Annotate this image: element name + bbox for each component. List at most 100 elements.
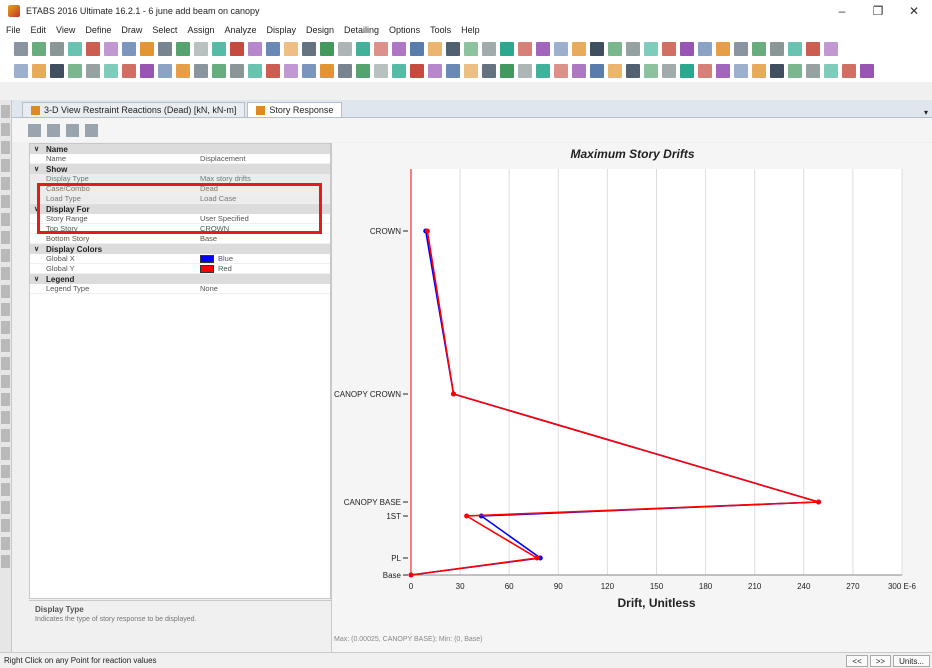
- property-group[interactable]: ∨ Name: [30, 144, 330, 154]
- property-value[interactable]: Displacement: [200, 154, 245, 163]
- draw-tool-icon[interactable]: [644, 64, 658, 78]
- draw-tool-icon[interactable]: [158, 64, 172, 78]
- main-tool-icon[interactable]: [32, 42, 46, 56]
- draw-tool-icon[interactable]: [590, 64, 604, 78]
- draw-tool-icon[interactable]: [68, 64, 82, 78]
- side-tool-icon[interactable]: [1, 519, 10, 532]
- main-tool-icon[interactable]: [320, 42, 334, 56]
- menu-help[interactable]: Help: [461, 25, 480, 35]
- draw-tool-icon[interactable]: [140, 64, 154, 78]
- collapse-chevron-icon[interactable]: ∨: [34, 275, 42, 283]
- property-row[interactable]: Name Displacement: [30, 154, 330, 164]
- menu-tools[interactable]: Tools: [430, 25, 451, 35]
- property-value[interactable]: Red: [200, 264, 232, 273]
- main-tool-icon[interactable]: [410, 42, 424, 56]
- prev-button[interactable]: <<: [846, 654, 868, 667]
- draw-tool-icon[interactable]: [14, 64, 28, 78]
- draw-tool-icon[interactable]: [446, 64, 460, 78]
- side-tool-icon[interactable]: [1, 339, 10, 352]
- draw-tool-icon[interactable]: [806, 64, 820, 78]
- draw-tool-icon[interactable]: [698, 64, 712, 78]
- table-icon[interactable]: [66, 123, 79, 137]
- main-tool-icon[interactable]: [482, 42, 496, 56]
- collapse-chevron-icon[interactable]: ∨: [34, 165, 42, 173]
- draw-tool-icon[interactable]: [554, 64, 568, 78]
- main-tool-icon[interactable]: [176, 42, 190, 56]
- side-tool-icon[interactable]: [1, 249, 10, 262]
- draw-tool-icon[interactable]: [824, 64, 838, 78]
- menu-design[interactable]: Design: [306, 25, 334, 35]
- draw-tool-icon[interactable]: [410, 64, 424, 78]
- side-tool-icon[interactable]: [1, 177, 10, 190]
- draw-tool-icon[interactable]: [230, 64, 244, 78]
- side-tool-icon[interactable]: [1, 447, 10, 460]
- save-icon[interactable]: [28, 123, 41, 137]
- main-tool-icon[interactable]: [662, 42, 676, 56]
- property-group[interactable]: ∨ Display Colors: [30, 244, 330, 254]
- main-tool-icon[interactable]: [14, 42, 28, 56]
- draw-tool-icon[interactable]: [536, 64, 550, 78]
- main-tool-icon[interactable]: [266, 42, 280, 56]
- export-icon[interactable]: [47, 123, 60, 137]
- main-tool-icon[interactable]: [752, 42, 766, 56]
- draw-tool-icon[interactable]: [626, 64, 640, 78]
- main-tool-icon[interactable]: [716, 42, 730, 56]
- main-tool-icon[interactable]: [338, 42, 352, 56]
- draw-tool-icon[interactable]: [860, 64, 874, 78]
- side-tool-icon[interactable]: [1, 501, 10, 514]
- side-tool-icon[interactable]: [1, 393, 10, 406]
- draw-tool-icon[interactable]: [392, 64, 406, 78]
- main-tool-icon[interactable]: [698, 42, 712, 56]
- units-button[interactable]: Units...: [893, 654, 930, 667]
- side-tool-icon[interactable]: [1, 105, 10, 118]
- side-tool-icon[interactable]: [1, 429, 10, 442]
- property-row[interactable]: Global Y Red: [30, 264, 330, 274]
- property-value[interactable]: Base: [200, 234, 217, 243]
- draw-tool-icon[interactable]: [284, 64, 298, 78]
- main-tool-icon[interactable]: [590, 42, 604, 56]
- main-tool-icon[interactable]: [158, 42, 172, 56]
- main-tool-icon[interactable]: [122, 42, 136, 56]
- main-tool-icon[interactable]: [500, 42, 514, 56]
- property-value[interactable]: Max story drifts: [200, 174, 251, 183]
- main-tool-icon[interactable]: [680, 42, 694, 56]
- menu-define[interactable]: Define: [85, 25, 111, 35]
- main-tool-icon[interactable]: [194, 42, 208, 56]
- draw-tool-icon[interactable]: [212, 64, 226, 78]
- draw-tool-icon[interactable]: [194, 64, 208, 78]
- main-tool-icon[interactable]: [68, 42, 82, 56]
- main-tool-icon[interactable]: [284, 42, 298, 56]
- menu-file[interactable]: File: [6, 25, 21, 35]
- side-tool-icon[interactable]: [1, 159, 10, 172]
- draw-tool-icon[interactable]: [662, 64, 676, 78]
- main-tool-icon[interactable]: [446, 42, 460, 56]
- main-tool-icon[interactable]: [140, 42, 154, 56]
- side-tool-icon[interactable]: [1, 303, 10, 316]
- draw-tool-icon[interactable]: [518, 64, 532, 78]
- draw-tool-icon[interactable]: [356, 64, 370, 78]
- menu-draw[interactable]: Draw: [121, 25, 142, 35]
- side-tool-icon[interactable]: [1, 213, 10, 226]
- color-swatch[interactable]: [200, 254, 214, 263]
- property-row[interactable]: Legend Type None: [30, 284, 330, 294]
- main-tool-icon[interactable]: [392, 42, 406, 56]
- side-tool-icon[interactable]: [1, 357, 10, 370]
- main-tool-icon[interactable]: [86, 42, 100, 56]
- draw-tool-icon[interactable]: [50, 64, 64, 78]
- side-tool-icon[interactable]: [1, 537, 10, 550]
- main-tool-icon[interactable]: [230, 42, 244, 56]
- draw-tool-icon[interactable]: [608, 64, 622, 78]
- menu-assign[interactable]: Assign: [187, 25, 214, 35]
- main-tool-icon[interactable]: [734, 42, 748, 56]
- side-tool-icon[interactable]: [1, 195, 10, 208]
- main-tool-icon[interactable]: [356, 42, 370, 56]
- main-tool-icon[interactable]: [104, 42, 118, 56]
- draw-tool-icon[interactable]: [176, 64, 190, 78]
- main-tool-icon[interactable]: [518, 42, 532, 56]
- draw-tool-icon[interactable]: [374, 64, 388, 78]
- menu-display[interactable]: Display: [266, 25, 296, 35]
- tab-list-chevron-icon[interactable]: ▾: [924, 108, 928, 117]
- main-tool-icon[interactable]: [50, 42, 64, 56]
- property-group[interactable]: ∨ Legend: [30, 274, 330, 284]
- main-tool-icon[interactable]: [572, 42, 586, 56]
